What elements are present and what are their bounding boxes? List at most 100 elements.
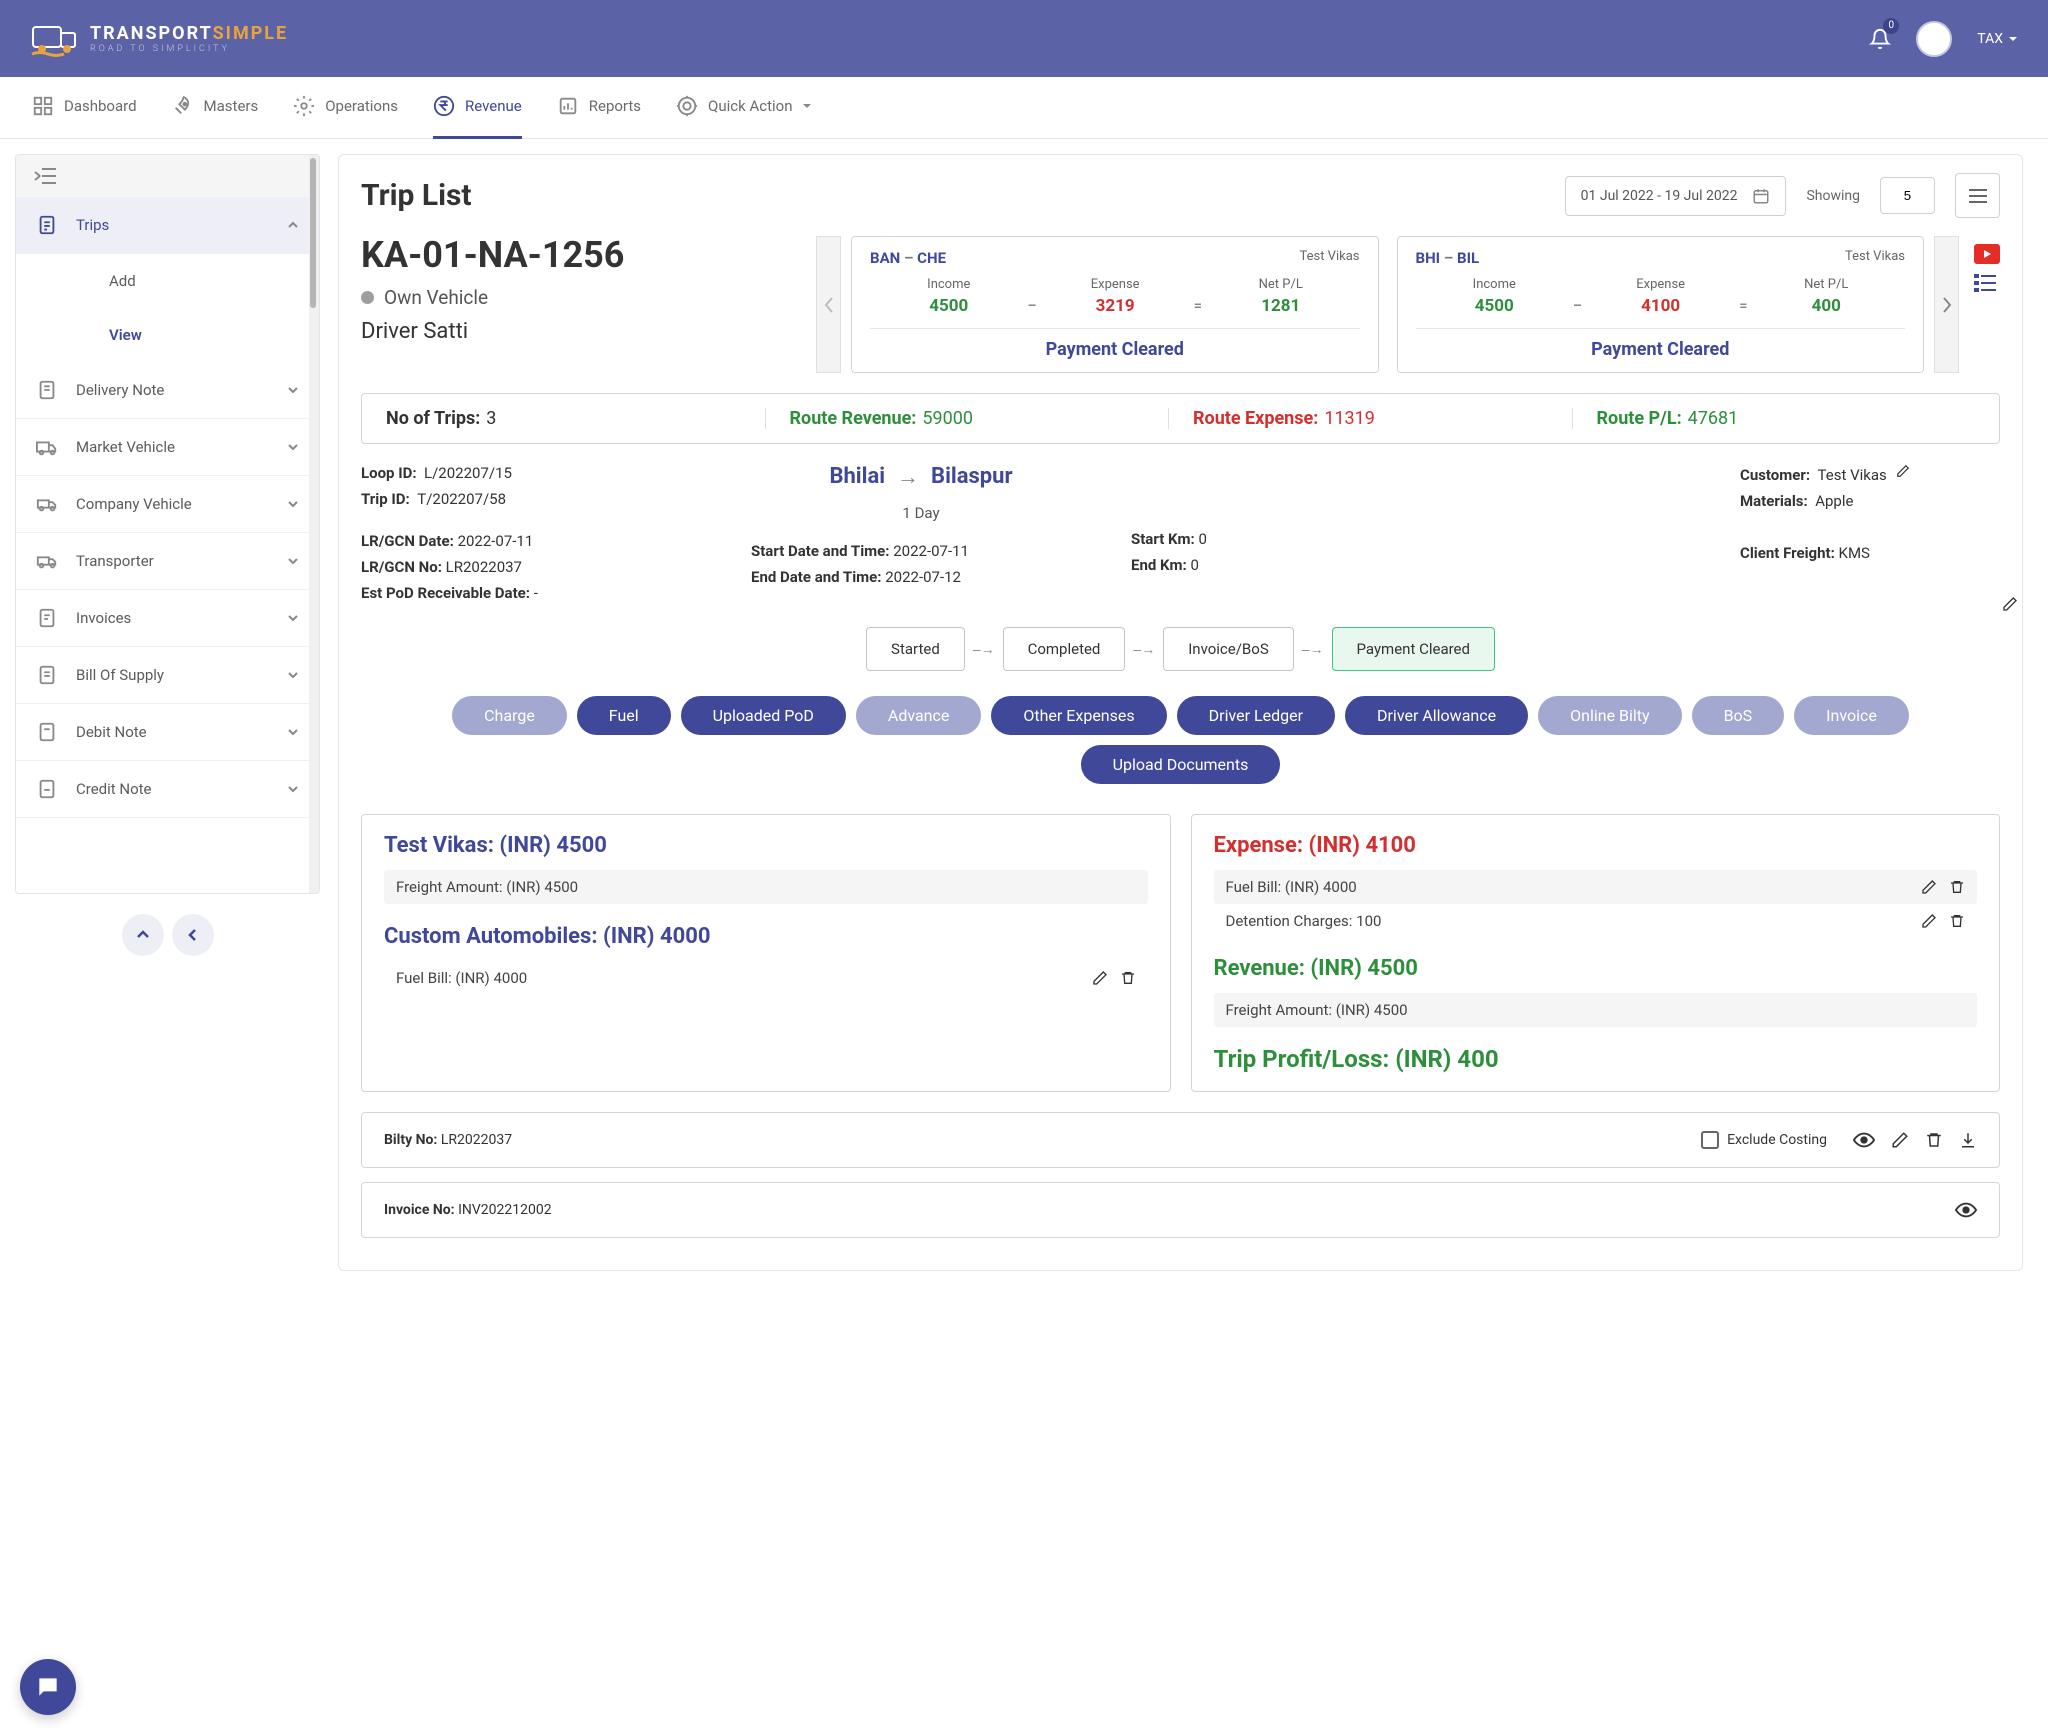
truck-icon (36, 436, 58, 458)
pill-uploaded-pod[interactable]: Uploaded PoD (681, 696, 846, 735)
edit-button[interactable] (1891, 1131, 1909, 1149)
nav-revenue[interactable]: Revenue (433, 77, 522, 139)
pill-driver-allowance[interactable]: Driver Allowance (1345, 696, 1528, 735)
trip-id: Trip ID: T/202207/58 (361, 490, 711, 508)
sidebar-item-trips[interactable]: Trips (16, 197, 319, 254)
chat-icon (35, 1674, 61, 1700)
view-button[interactable] (1853, 1129, 1875, 1151)
date-range-picker[interactable]: 01 Jul 2022 - 19 Jul 2022 (1565, 176, 1787, 216)
nav-reports[interactable]: Reports (557, 77, 641, 139)
youtube-button[interactable] (1974, 244, 2000, 264)
notification-badge: 0 (1883, 18, 1899, 34)
main-card: Trip List 01 Jul 2022 - 19 Jul 2022 Show… (338, 154, 2023, 1271)
edit-button[interactable] (1092, 970, 1108, 986)
pager-up[interactable] (122, 914, 164, 956)
chevron-right-icon (1941, 296, 1953, 314)
exclude-costing-checkbox[interactable]: Exclude Costing (1701, 1131, 1827, 1149)
bilty-row: Bilty No: LR2022037 Exclude Costing (361, 1112, 2000, 1168)
edit-button[interactable] (1921, 913, 1937, 929)
lr-date: LR/GCN Date: 2022-07-11 (361, 532, 711, 550)
detail-row: Loop ID: L/202207/15 Trip ID: T/202207/5… (361, 464, 2000, 602)
nav-quick-action[interactable]: Quick Action (676, 77, 812, 139)
summary-expense: Route Expense: 11319 (1168, 408, 1572, 429)
chevron-down-icon (287, 555, 299, 567)
pill-driver-ledger[interactable]: Driver Ledger (1177, 696, 1335, 735)
end-dt: End Date and Time: 2022-07-12 (751, 568, 1091, 586)
revenue-title: Revenue: (INR) 4500 (1214, 956, 1978, 981)
end-km: End Km: 0 (1131, 556, 1351, 574)
sidebar-item-transporter[interactable]: Transporter (16, 533, 319, 590)
sidebar-item-delivery-note[interactable]: Delivery Note (16, 362, 319, 419)
sidebar-item-company-vehicle[interactable]: Company Vehicle (16, 476, 319, 533)
trash-icon (1925, 1131, 1943, 1149)
list-menu-button[interactable] (1955, 173, 2000, 218)
play-icon (1981, 248, 1993, 260)
notifications-button[interactable]: 0 (1869, 28, 1891, 50)
delete-button[interactable] (1949, 913, 1965, 929)
delete-button[interactable] (1120, 970, 1136, 986)
summary-bar: No of Trips: 3 Route Revenue: 59000 Rout… (361, 393, 2000, 444)
sidebar-item-bill-of-supply[interactable]: Bill Of Supply (16, 647, 319, 704)
arrow-icon: ‒→ (1133, 641, 1155, 658)
scrollbar[interactable] (309, 155, 319, 893)
pill-upload-documents[interactable]: Upload Documents (1081, 745, 1281, 784)
chart-icon (557, 95, 579, 117)
collapse-icon (34, 167, 56, 185)
sidebar-collapse[interactable] (16, 155, 319, 197)
sidebar-sub-view[interactable]: View (61, 308, 319, 362)
pill-charge[interactable]: Charge (452, 696, 567, 735)
document-icon (36, 214, 58, 236)
pill-other-expenses[interactable]: Other Expenses (991, 696, 1166, 735)
sidebar-item-invoices[interactable]: Invoices (16, 590, 319, 647)
pager-left[interactable] (172, 914, 214, 956)
delete-button[interactable] (1925, 1131, 1943, 1149)
download-button[interactable] (1959, 1131, 1977, 1149)
rupee-icon (433, 95, 455, 117)
trip-card[interactable]: BHI – BIL Test Vikas Income4500 – Expens… (1397, 236, 1925, 373)
chevron-down-icon (287, 783, 299, 795)
carousel-next[interactable] (1934, 236, 1959, 373)
chevron-up-icon (135, 927, 151, 943)
showing-label: Showing (1806, 188, 1860, 204)
sidebar-sub-trips: Add View (16, 254, 319, 362)
pencil-icon (1092, 970, 1108, 986)
credit-icon (36, 778, 58, 800)
trip-card[interactable]: BAN – CHE Test Vikas Income4500 – Expens… (851, 236, 1379, 373)
pill-fuel[interactable]: Fuel (577, 696, 671, 735)
topbar: TRANSPORTSIMPLE ROAD TO SIMPLICITY 0 TAX (0, 0, 2048, 77)
delete-button[interactable] (1949, 879, 1965, 895)
flow-invoice: Invoice/BoS (1163, 627, 1294, 671)
sidebar-sub-add[interactable]: Add (61, 254, 319, 308)
materials: Materials: Apple (1740, 492, 2000, 510)
pill-online-bilty[interactable]: Online Bilty (1538, 696, 1681, 735)
chat-fab[interactable] (20, 1659, 76, 1715)
nav-dashboard[interactable]: Dashboard (32, 77, 137, 139)
sidebar-item-market-vehicle[interactable]: Market Vehicle (16, 419, 319, 476)
page-title: Trip List (361, 178, 472, 213)
pill-bos[interactable]: BoS (1692, 696, 1785, 735)
content: Trip List 01 Jul 2022 - 19 Jul 2022 Show… (330, 139, 2048, 1301)
chevron-down-icon (287, 669, 299, 681)
edit-trip-button[interactable] (2002, 596, 2018, 612)
chevron-up-icon (287, 219, 299, 231)
vehicle-number: KA-01-NA-1256 (361, 236, 801, 276)
carousel-prev[interactable] (816, 236, 841, 373)
sidebar-item-debit-note[interactable]: Debit Note (16, 704, 319, 761)
logo-text: TRANSPORTSIMPLE ROAD TO SIMPLICITY (90, 23, 288, 54)
nav-masters[interactable]: Masters (172, 77, 259, 139)
sidebar: Trips Add View Delivery Note Market Vehi… (15, 154, 320, 894)
user-menu[interactable]: TAX (1977, 31, 2018, 47)
list-view-button[interactable] (1974, 274, 2000, 294)
sidebar-item-credit-note[interactable]: Credit Note (16, 761, 319, 818)
edit-button[interactable] (1921, 879, 1937, 895)
view-button[interactable] (1955, 1199, 1977, 1221)
bill-icon (36, 664, 58, 686)
showing-input[interactable] (1880, 177, 1935, 214)
line-expense-fuel: Fuel Bill: (INR) 4000 (1214, 870, 1978, 904)
avatar[interactable] (1916, 21, 1952, 57)
edit-customer-button[interactable] (1896, 464, 1912, 480)
truck-icon (36, 493, 58, 515)
nav-operations[interactable]: Operations (293, 77, 398, 139)
pill-advance[interactable]: Advance (856, 696, 982, 735)
pill-invoice[interactable]: Invoice (1794, 696, 1909, 735)
